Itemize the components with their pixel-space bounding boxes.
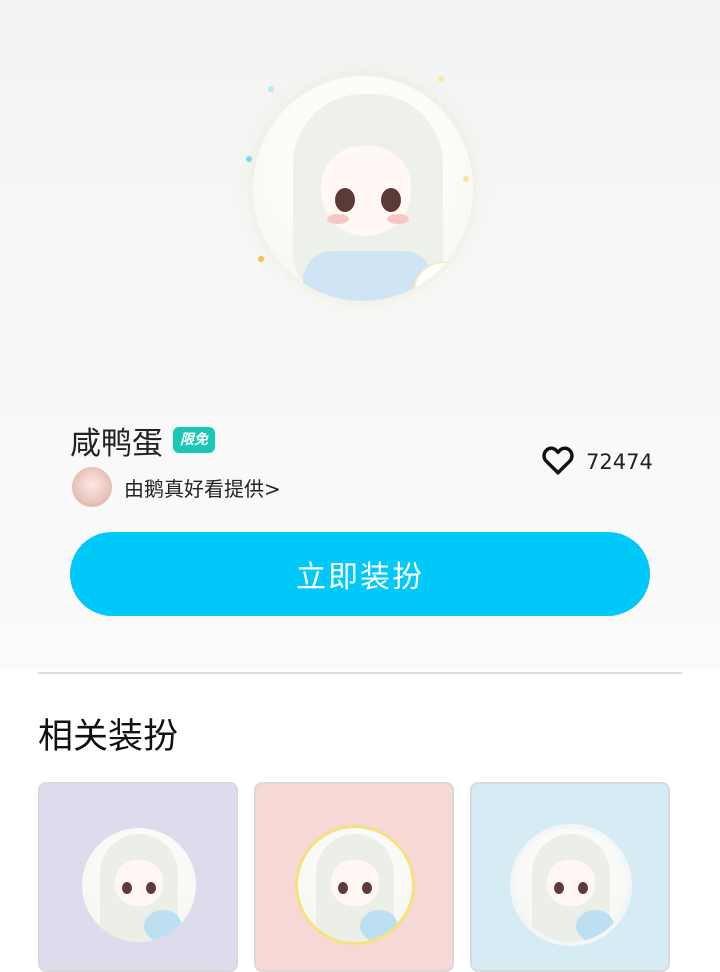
item-title-row: 咸鸭蛋 限免 <box>70 420 215 462</box>
like-button[interactable]: 72474 <box>540 442 653 482</box>
apply-now-button[interactable]: 立即装扮 <box>70 532 650 616</box>
related-section-title: 相关装扮 <box>38 717 179 757</box>
provider-text: 由鹅真好看提供> <box>124 476 281 501</box>
avatar-frame-thumbnail <box>514 828 628 942</box>
avatar-frame-preview <box>238 46 488 316</box>
free-badge: 限免 <box>173 427 215 453</box>
related-card-1[interactable] <box>38 782 238 972</box>
heart-outline-icon <box>540 442 576 482</box>
provider-avatar <box>72 467 112 507</box>
provider-link[interactable]: 由鹅真好看提供> <box>72 466 281 508</box>
section-divider <box>38 672 682 674</box>
item-name: 咸鸭蛋 <box>70 425 163 462</box>
related-card-3[interactable] <box>470 782 670 972</box>
avatar-frame-thumbnail <box>82 828 196 942</box>
avatar-illustration <box>253 76 473 301</box>
like-count: 72474 <box>586 450 653 474</box>
related-card-2[interactable] <box>254 782 454 972</box>
avatar-frame-thumbnail <box>298 828 412 942</box>
